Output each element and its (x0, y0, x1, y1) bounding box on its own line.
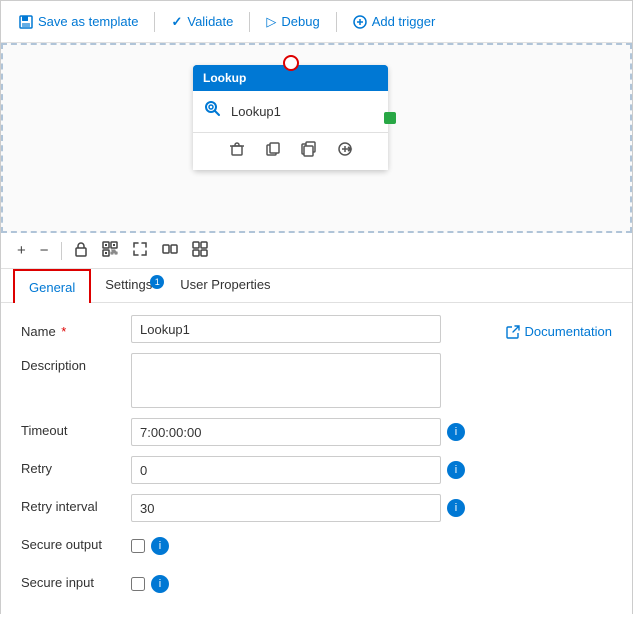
timeout-input[interactable] (131, 418, 441, 446)
save-icon (19, 15, 33, 29)
timeout-info-icon[interactable]: i (447, 423, 465, 441)
name-required: * (58, 324, 67, 339)
tab-user-properties[interactable]: User Properties (166, 269, 284, 302)
tab-settings-label: Settings (105, 277, 152, 292)
secure-input-checkbox[interactable] (131, 577, 145, 591)
retry-interval-info-icon[interactable]: i (447, 499, 465, 517)
secure-input-row: Secure input i (21, 570, 612, 598)
description-row: Description (21, 353, 612, 408)
debug-icon: ▷ (266, 14, 276, 30)
tab-user-properties-label: User Properties (180, 277, 270, 292)
add-node-button[interactable]: + (13, 240, 30, 261)
lock-button[interactable] (70, 239, 92, 263)
description-input[interactable] (131, 353, 441, 408)
documentation-link[interactable]: Documentation (506, 319, 612, 339)
tab-settings[interactable]: Settings 1 (91, 269, 166, 302)
secure-output-checkbox[interactable] (131, 539, 145, 553)
add-trigger-button[interactable]: Add trigger (345, 10, 444, 33)
tab-general[interactable]: General (13, 269, 91, 303)
toolbar: Save as template ✓ Validate ▷ Debug Add … (1, 1, 632, 43)
node-name: Lookup1 (231, 104, 281, 119)
retry-interval-label: Retry interval (21, 494, 131, 514)
debug-label: Debug (281, 14, 319, 29)
settings-badge: 1 (150, 275, 164, 289)
ctrl-sep-1 (61, 242, 62, 260)
node-actions (193, 132, 388, 170)
save-template-button[interactable]: Save as template (11, 10, 146, 33)
name-label: Name * (21, 319, 131, 339)
canvas-area[interactable]: Lookup Lookup1 (1, 43, 632, 233)
separator-2 (249, 12, 250, 32)
properties-panel: Name * Documentation Description Timeout… (1, 303, 632, 620)
lookup-node[interactable]: Lookup Lookup1 (193, 65, 388, 170)
tabs-container: General Settings 1 User Properties (1, 269, 632, 303)
node-delete-button[interactable] (225, 139, 249, 164)
node-top-connector (283, 55, 299, 71)
secure-output-label: Secure output (21, 532, 131, 552)
separator-3 (336, 12, 337, 32)
timeout-row: Timeout i (21, 418, 612, 446)
qr-button[interactable] (98, 239, 122, 263)
lookup-icon (203, 99, 223, 124)
node-connect-button[interactable] (333, 139, 357, 164)
layout-button[interactable] (188, 239, 212, 263)
node-copy-button[interactable] (261, 139, 285, 164)
add-trigger-label: Add trigger (372, 14, 436, 29)
canvas-controls: + − (1, 233, 632, 269)
retry-info-icon[interactable]: i (447, 461, 465, 479)
documentation-label: Documentation (525, 324, 612, 339)
tab-general-label: General (29, 280, 75, 295)
retry-interval-input[interactable] (131, 494, 441, 522)
node-body: Lookup1 (193, 91, 388, 132)
remove-node-button[interactable]: − (36, 240, 53, 261)
validate-icon: ✓ (171, 14, 182, 30)
validate-button[interactable]: ✓ Validate (163, 10, 241, 34)
validate-label: Validate (187, 14, 233, 29)
secure-output-row: Secure output i (21, 532, 612, 560)
expand-button[interactable] (158, 239, 182, 263)
separator-1 (154, 12, 155, 32)
secure-output-info-icon[interactable]: i (151, 537, 169, 555)
description-label: Description (21, 353, 131, 373)
name-input[interactable] (131, 315, 441, 343)
node-clone-button[interactable] (297, 139, 321, 164)
retry-row: Retry i (21, 456, 612, 484)
retry-input[interactable] (131, 456, 441, 484)
retry-label: Retry (21, 456, 131, 476)
timeout-label: Timeout (21, 418, 131, 438)
save-template-label: Save as template (38, 14, 138, 29)
secure-input-label: Secure input (21, 570, 131, 590)
node-right-connector (384, 112, 396, 124)
debug-button[interactable]: ▷ Debug (258, 10, 327, 34)
trigger-icon (353, 15, 367, 29)
secure-input-info-icon[interactable]: i (151, 575, 169, 593)
name-row: Name * Documentation (21, 315, 612, 343)
node-title: Lookup (203, 71, 246, 85)
external-link-icon (506, 325, 520, 339)
retry-interval-row: Retry interval i (21, 494, 612, 522)
fit-button[interactable] (128, 239, 152, 263)
